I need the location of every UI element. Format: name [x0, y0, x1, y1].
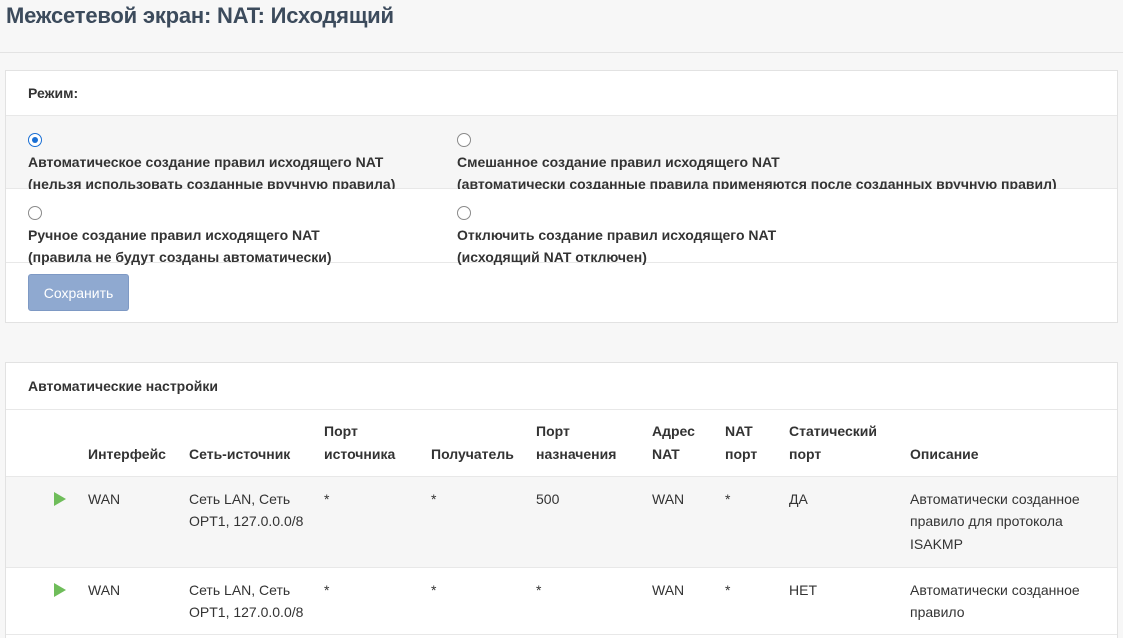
cell-destination: *: [431, 476, 536, 568]
col-source-net[interactable]: Сеть-источник: [189, 410, 324, 477]
radio-hybrid[interactable]: [457, 133, 471, 147]
mode-option-automatic[interactable]: Автоматическое создание правил исходящег…: [28, 129, 395, 195]
mode-panel: Режим: Автоматическое создание правил ис…: [5, 70, 1118, 323]
auto-rules-table: Интерфейс Сеть-источник Порт источника По…: [6, 410, 1117, 635]
col-interface[interactable]: Интерфейс: [88, 410, 189, 477]
option-label: Автоматическое создание правил исходящег…: [28, 154, 384, 170]
table-header-row: Интерфейс Сеть-источник Порт источника По…: [6, 410, 1117, 477]
play-icon: [54, 582, 66, 597]
page-header: Межсетевой экран: NAT: Исходящий: [0, 0, 1123, 53]
col-nat-address[interactable]: Адрес NAT: [652, 410, 725, 477]
option-label: Отключить создание правил исходящего NAT: [457, 227, 777, 243]
auto-rules-heading: Автоматические настройки: [6, 363, 1117, 410]
cell-description: Автоматически созданное правило для прото…: [910, 476, 1117, 568]
cell-nat-port: *: [725, 567, 789, 635]
radio-automatic[interactable]: [28, 133, 42, 147]
mode-option-hybrid[interactable]: Смешанное создание правил исходящего NAT…: [457, 129, 1057, 195]
col-dest-port[interactable]: Порт назначения: [536, 410, 652, 477]
mode-heading: Режим:: [6, 71, 1117, 116]
cell-destination: *: [431, 567, 536, 635]
col-description[interactable]: Описание: [910, 410, 1117, 477]
col-source-port[interactable]: Порт источника: [324, 410, 431, 477]
cell-description: Автоматически созданное правило: [910, 567, 1117, 635]
save-button[interactable]: Сохранить: [28, 274, 129, 311]
col-status: [6, 410, 88, 477]
cell-dest-port: 500: [536, 476, 652, 568]
cell-nat-address: WAN: [652, 476, 725, 568]
cell-source-net: Сеть LAN, Сеть OPT1, 127.0.0.0/8: [189, 567, 324, 635]
mode-row-2: Ручное создание правил исходящего NAT (п…: [6, 189, 1117, 265]
page-title: Межсетевой экран: NAT: Исходящий: [6, 3, 394, 28]
auto-rules-panel: Автоматические настройки Интерфейс Сеть-…: [5, 362, 1118, 638]
col-destination[interactable]: Получатель: [431, 410, 536, 477]
cell-interface: WAN: [88, 476, 189, 568]
table-row: WAN Сеть LAN, Сеть OPT1, 127.0.0.0/8 * * …: [6, 567, 1117, 635]
option-label: Ручное создание правил исходящего NAT: [28, 227, 320, 243]
play-icon: [54, 491, 66, 506]
radio-disabled[interactable]: [457, 206, 471, 220]
mode-option-manual[interactable]: Ручное создание правил исходящего NAT (п…: [28, 202, 332, 268]
radio-manual[interactable]: [28, 206, 42, 220]
cell-nat-address: WAN: [652, 567, 725, 635]
cell-static-port: ДА: [789, 476, 910, 568]
mode-option-disabled[interactable]: Отключить создание правил исходящего NAT…: [457, 202, 776, 268]
cell-interface: WAN: [88, 567, 189, 635]
option-hint: (исходящий NAT отключен): [457, 249, 647, 265]
col-static-port[interactable]: Статический порт: [789, 410, 910, 477]
cell-source-net: Сеть LAN, Сеть OPT1, 127.0.0.0/8: [189, 476, 324, 568]
cell-nat-port: *: [725, 476, 789, 568]
cell-dest-port: *: [536, 567, 652, 635]
option-label: Смешанное создание правил исходящего NAT: [457, 154, 780, 170]
mode-row-1: Автоматическое создание правил исходящег…: [6, 116, 1117, 192]
cell-static-port: НЕТ: [789, 567, 910, 635]
table-row: WAN Сеть LAN, Сеть OPT1, 127.0.0.0/8 * * …: [6, 476, 1117, 568]
cell-status: [6, 567, 88, 635]
option-hint: (правила не будут созданы автоматически): [28, 249, 332, 265]
cell-source-port: *: [324, 567, 431, 635]
cell-status: [6, 476, 88, 568]
col-nat-port[interactable]: NAT порт: [725, 410, 789, 477]
save-area: Сохранить: [6, 263, 1117, 322]
cell-source-port: *: [324, 476, 431, 568]
